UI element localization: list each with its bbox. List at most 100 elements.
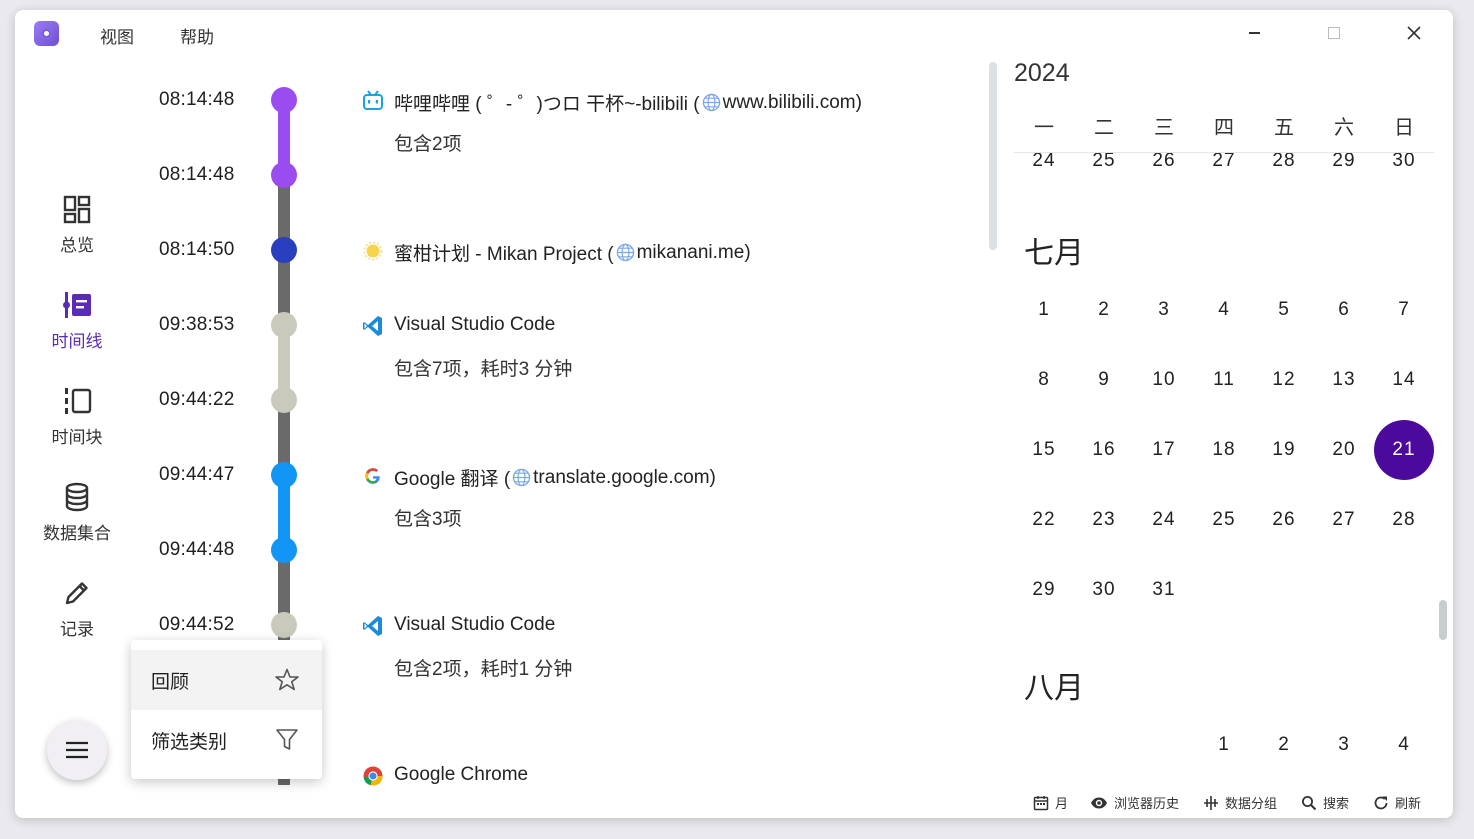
menu-view[interactable]: 视图: [100, 23, 134, 48]
timeline-dot: [271, 462, 297, 488]
calendar-day[interactable]: 26: [1134, 153, 1194, 166]
entry-close: ): [709, 466, 716, 488]
calendar-year: 2024: [1014, 59, 1070, 87]
timeline-time: 09:44:48: [159, 539, 235, 560]
calendar-day[interactable]: 4: [1374, 715, 1434, 775]
calendar-day[interactable]: 18: [1194, 420, 1254, 480]
weekday-label: 二: [1094, 117, 1114, 139]
calendar-day[interactable]: 12: [1254, 350, 1314, 410]
calendar-day[interactable]: 30: [1074, 560, 1134, 620]
timeline-entry-title[interactable]: Visual Studio Code: [394, 614, 555, 636]
entry-close: ): [744, 241, 751, 263]
calendar-day[interactable]: 3: [1314, 715, 1374, 775]
calendar-day[interactable]: 20: [1314, 420, 1374, 480]
calendar-day[interactable]: 14: [1374, 350, 1434, 410]
data-group-label: 数据分组: [1225, 796, 1278, 811]
menu-help[interactable]: 帮助: [180, 23, 214, 48]
calendar-day[interactable]: 5: [1254, 280, 1314, 340]
timeline-entry-title[interactable]: Google 翻译 ( translate.google.com ): [394, 464, 716, 491]
nav-timeline[interactable]: 时间线: [15, 289, 139, 352]
calendar-day[interactable]: 31: [1134, 560, 1194, 620]
calendar-day[interactable]: 23: [1074, 490, 1134, 550]
calendar-day[interactable]: 29: [1314, 153, 1374, 166]
mikan-icon: [363, 241, 383, 261]
refresh-icon: [1374, 796, 1388, 809]
refresh-button[interactable]: 刷新: [1373, 793, 1421, 812]
calendar-day[interactable]: 16: [1074, 420, 1134, 480]
fab-popup-menu: 回顾 筛选类别: [131, 640, 322, 779]
calendar-day[interactable]: 10: [1134, 350, 1194, 410]
hamburger-icon: [66, 741, 88, 759]
vscode-icon: [363, 316, 382, 336]
calendar-day[interactable]: 2: [1254, 715, 1314, 775]
calendar-day[interactable]: 19: [1254, 420, 1314, 480]
weekday-label: 五: [1274, 117, 1294, 139]
month-title-july: 七月: [1024, 237, 1084, 270]
calendar-day[interactable]: 26: [1254, 490, 1314, 550]
timeline-entry-title[interactable]: 蜜柑计划 - Mikan Project ( mikanani.me ): [394, 239, 751, 266]
timeline-entry-title[interactable]: Google Chrome: [394, 764, 528, 786]
timeline-dot: [271, 387, 297, 413]
calendar-day[interactable]: 28: [1254, 153, 1314, 166]
google-icon: [365, 468, 380, 484]
timeline-entry-title[interactable]: 哔哩哔哩 ( ゜- ゜)つロ 干杯~-bilibili ( www.bilibi…: [394, 89, 862, 116]
app-window: 视图 帮助 总览 时间线 时间块 数据集合 记录 08:14:48 08:14:…: [15, 10, 1453, 818]
calendar-day-selected[interactable]: 21: [1374, 420, 1434, 480]
calendar-day[interactable]: 27: [1314, 490, 1374, 550]
calendar-scrollbar[interactable]: [1439, 600, 1447, 640]
nav-timeline-label: 时间线: [51, 332, 103, 351]
calendar-day[interactable]: 2: [1074, 280, 1134, 340]
timeline-dot: [271, 162, 297, 188]
calendar-day[interactable]: 15: [1014, 420, 1074, 480]
data-group-button[interactable]: 数据分组: [1203, 793, 1277, 812]
maximize-button[interactable]: [1314, 18, 1354, 48]
calendar-day[interactable]: 9: [1074, 350, 1134, 410]
bilibili-icon: [363, 90, 383, 110]
calendar-day[interactable]: 24: [1134, 490, 1194, 550]
search-label: 搜索: [1323, 796, 1350, 811]
calendar-day[interactable]: 4: [1194, 280, 1254, 340]
entry-host: www.bilibili.com: [722, 91, 856, 113]
calendar-day[interactable]: 28: [1374, 490, 1434, 550]
calendar-day[interactable]: 25: [1074, 153, 1134, 166]
calendar-day[interactable]: 29: [1014, 560, 1074, 620]
calendar-day[interactable]: 30: [1374, 153, 1434, 166]
minimize-button[interactable]: [1234, 18, 1274, 48]
calendar-day[interactable]: 1: [1014, 280, 1074, 340]
search-button[interactable]: 搜索: [1301, 793, 1349, 812]
entry-title-text: 蜜柑计划 - Mikan Project (: [394, 244, 614, 265]
calendar-day[interactable]: 3: [1134, 280, 1194, 340]
timeline-time: 09:44:52: [159, 614, 235, 635]
nav-overview[interactable]: 总览: [15, 193, 139, 256]
timeline-scrollbar[interactable]: [989, 62, 997, 250]
nav-record[interactable]: 记录: [15, 577, 139, 640]
timeblock-icon: [65, 388, 92, 414]
nav-dataset-label: 数据集合: [43, 524, 111, 543]
calendar-day[interactable]: 1: [1194, 715, 1254, 775]
calendar-day[interactable]: 7: [1374, 280, 1434, 340]
calendar-day[interactable]: 27: [1194, 153, 1254, 166]
entry-title-text: 哔哩哔哩 ( ゜- ゜)つロ 干杯~-bilibili (: [394, 94, 700, 115]
calendar-day[interactable]: 13: [1314, 350, 1374, 410]
nav-dataset[interactable]: 数据集合: [15, 481, 139, 544]
weekday-label: 四: [1214, 117, 1234, 139]
calendar-header-divider: [1014, 152, 1434, 153]
calendar-day[interactable]: 8: [1014, 350, 1074, 410]
nav-record-label: 记录: [60, 620, 94, 639]
calendar-day[interactable]: 25: [1194, 490, 1254, 550]
calendar-day[interactable]: 22: [1014, 490, 1074, 550]
calendar-day[interactable]: 11: [1194, 350, 1254, 410]
popup-review[interactable]: 回顾: [131, 650, 322, 710]
calendar-day[interactable]: 6: [1314, 280, 1374, 340]
globe-icon: [616, 243, 634, 262]
browser-history-button[interactable]: 浏览器历史: [1090, 793, 1179, 812]
calendar-day[interactable]: 17: [1134, 420, 1194, 480]
month-title-august: 八月: [1024, 672, 1084, 705]
menu-fab-button[interactable]: [47, 720, 107, 780]
popup-filter[interactable]: 筛选类别: [131, 710, 322, 770]
close-button[interactable]: [1394, 18, 1434, 48]
month-view-button[interactable]: 月: [1033, 793, 1068, 812]
timeline-entry-title[interactable]: Visual Studio Code: [394, 314, 555, 336]
nav-timeblock[interactable]: 时间块: [15, 385, 139, 448]
calendar-day[interactable]: 24: [1014, 153, 1074, 166]
